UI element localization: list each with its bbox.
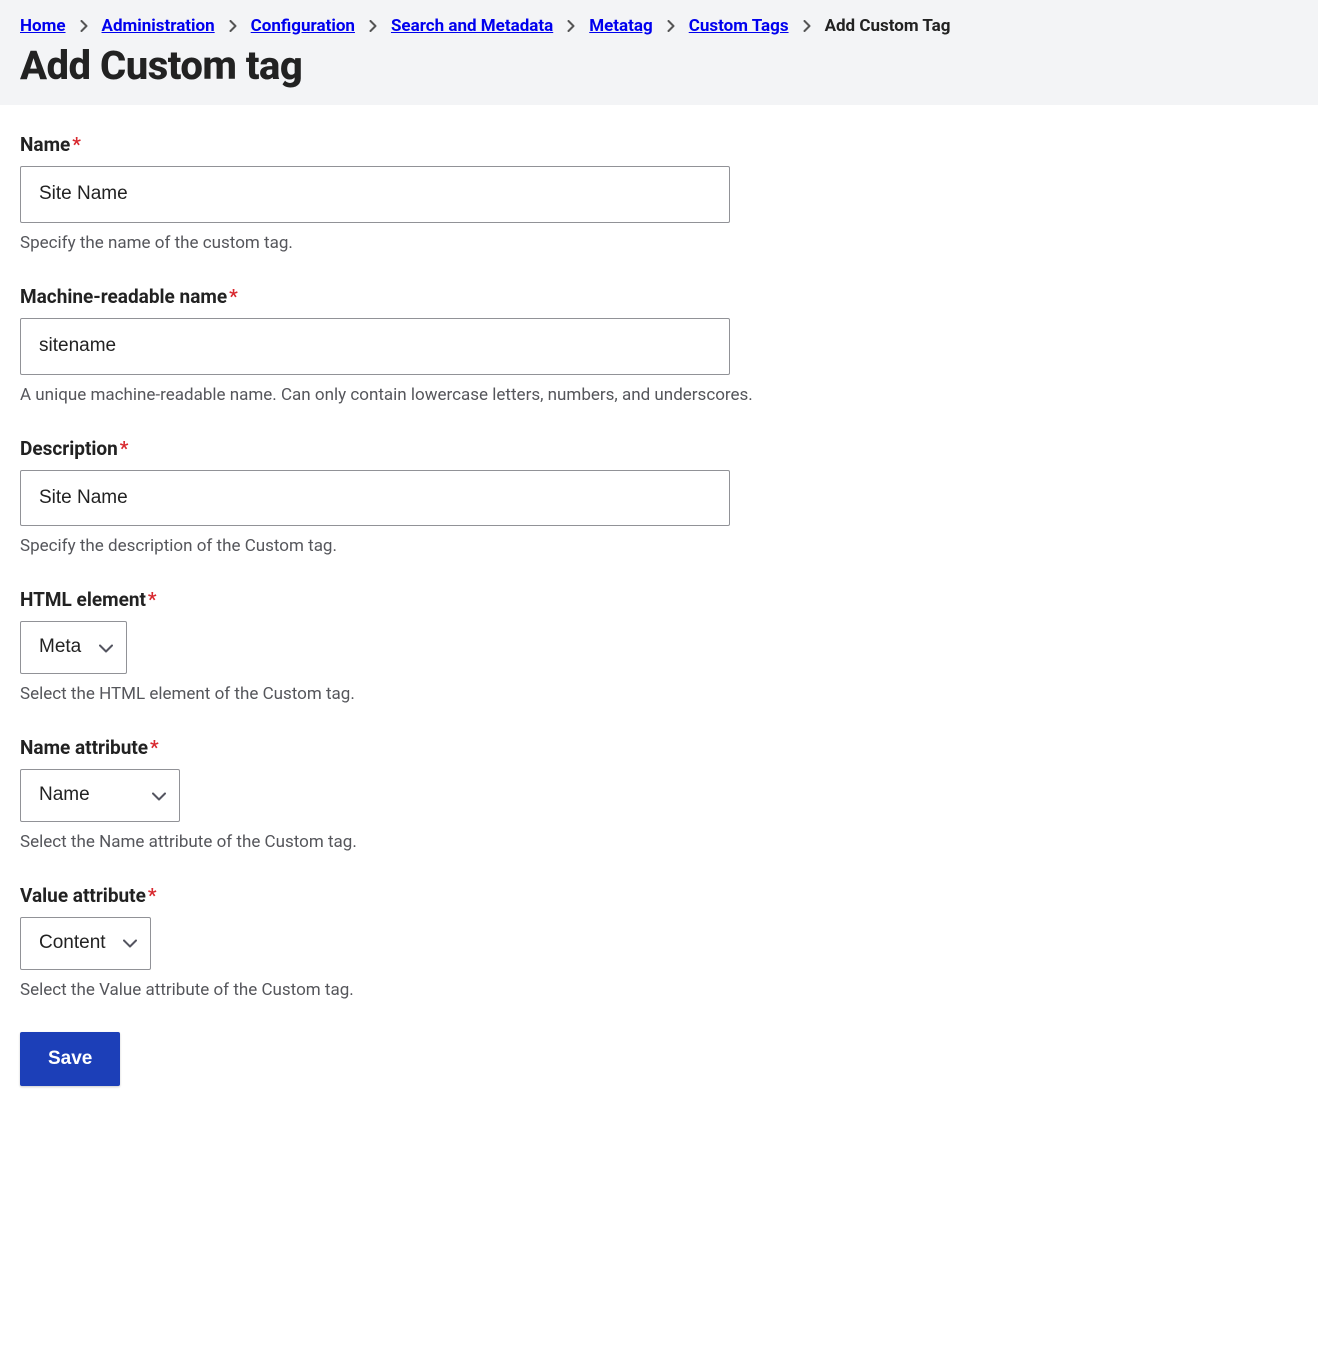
html-element-select[interactable]: Meta (20, 621, 127, 674)
save-button[interactable]: Save (20, 1032, 120, 1086)
field-html-element: HTML element* Meta Select the HTML eleme… (20, 588, 1298, 704)
breadcrumb-add-custom-tag: Add Custom Tag (825, 16, 951, 36)
chevron-right-icon (229, 20, 237, 32)
field-html-element-description: Select the HTML element of the Custom ta… (20, 684, 1298, 704)
label-text: HTML element (20, 588, 146, 611)
label-text: Name attribute (20, 736, 148, 759)
label-text: Name (20, 133, 70, 156)
field-description-description: Specify the description of the Custom ta… (20, 536, 1298, 556)
field-html-element-label: HTML element* (20, 588, 1298, 611)
field-name: Name* Specify the name of the custom tag… (20, 133, 1298, 253)
value-attribute-select-wrap: Content (20, 917, 151, 970)
description-input[interactable] (20, 470, 730, 527)
field-name-label: Name* (20, 133, 1298, 156)
page-title: Add Custom tag (20, 42, 1298, 89)
required-marker: * (229, 285, 238, 308)
name-input[interactable] (20, 166, 730, 223)
chevron-right-icon (80, 20, 88, 32)
breadcrumb-metatag[interactable]: Metatag (589, 16, 652, 36)
chevron-right-icon (803, 20, 811, 32)
form-content: Name* Specify the name of the custom tag… (0, 105, 1318, 1126)
page-header: Home Administration Configuration Search… (0, 0, 1318, 105)
breadcrumb-configuration[interactable]: Configuration (251, 16, 355, 36)
required-marker: * (120, 437, 129, 460)
breadcrumb-search-and-metadata[interactable]: Search and Metadata (391, 16, 553, 36)
breadcrumb-custom-tags[interactable]: Custom Tags (689, 16, 789, 36)
breadcrumb-administration[interactable]: Administration (102, 16, 215, 36)
field-machine-name: Machine-readable name* A unique machine-… (20, 285, 1298, 405)
name-attribute-select[interactable]: Name (20, 769, 180, 822)
field-name-attribute-description: Select the Name attribute of the Custom … (20, 832, 1298, 852)
required-marker: * (150, 736, 159, 759)
label-text: Description (20, 437, 118, 460)
field-name-attribute: Name attribute* Name Select the Name att… (20, 736, 1298, 852)
required-marker: * (148, 884, 157, 907)
field-name-attribute-label: Name attribute* (20, 736, 1298, 759)
chevron-right-icon (369, 20, 377, 32)
required-marker: * (148, 588, 157, 611)
field-value-attribute: Value attribute* Content Select the Valu… (20, 884, 1298, 1000)
chevron-right-icon (567, 20, 575, 32)
field-description-label: Description* (20, 437, 1298, 460)
breadcrumb-home[interactable]: Home (20, 16, 66, 36)
field-machine-name-description: A unique machine-readable name. Can only… (20, 385, 1298, 405)
field-value-attribute-label: Value attribute* (20, 884, 1298, 907)
label-text: Value attribute (20, 884, 146, 907)
field-description: Description* Specify the description of … (20, 437, 1298, 557)
html-element-select-wrap: Meta (20, 621, 127, 674)
name-attribute-select-wrap: Name (20, 769, 180, 822)
chevron-right-icon (667, 20, 675, 32)
value-attribute-select[interactable]: Content (20, 917, 151, 970)
field-value-attribute-description: Select the Value attribute of the Custom… (20, 980, 1298, 1000)
breadcrumb: Home Administration Configuration Search… (20, 10, 1298, 36)
field-name-description: Specify the name of the custom tag. (20, 233, 1298, 253)
field-machine-name-label: Machine-readable name* (20, 285, 1298, 308)
label-text: Machine-readable name (20, 285, 227, 308)
machine-name-input[interactable] (20, 318, 730, 375)
required-marker: * (72, 133, 81, 156)
